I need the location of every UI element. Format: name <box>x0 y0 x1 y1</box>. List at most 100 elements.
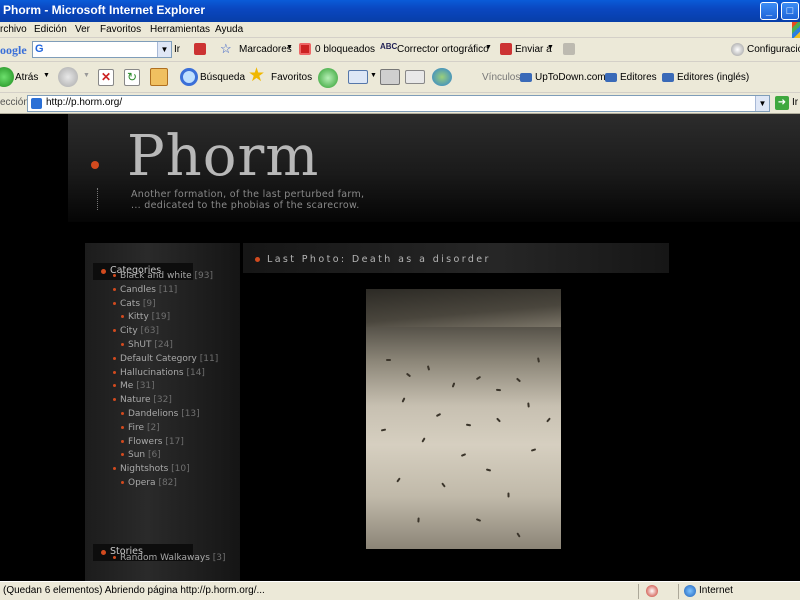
category-name[interactable]: Default Category <box>120 354 197 364</box>
category-item[interactable]: Kitty [19] <box>121 312 170 322</box>
post-title[interactable]: Last Photo: Death as a disorder <box>267 254 491 265</box>
category-name[interactable]: Cats <box>120 299 140 309</box>
insect <box>421 437 426 443</box>
chevron-down-icon[interactable]: ▼ <box>43 72 50 79</box>
category-item[interactable]: Nature [32] <box>113 395 172 405</box>
site-title[interactable]: Phorm <box>127 124 319 189</box>
chevron-down-icon[interactable]: ▼ <box>157 42 171 57</box>
history-icon[interactable] <box>318 68 338 88</box>
insect <box>386 359 391 361</box>
adblock-icon[interactable] <box>646 585 658 597</box>
category-item[interactable]: Fire [2] <box>121 423 160 433</box>
google-go-button[interactable]: Ir <box>174 44 180 55</box>
link-page-icon <box>605 73 617 82</box>
highlighter-icon[interactable] <box>563 43 575 55</box>
ie-page-icon <box>31 98 42 109</box>
minimize-button[interactable]: _ <box>760 2 778 20</box>
category-item[interactable]: Me [31] <box>113 381 155 391</box>
chevron-down-icon[interactable]: ▼ <box>83 72 90 79</box>
back-arrow-icon[interactable] <box>0 67 14 87</box>
category-name[interactable]: Flowers <box>128 437 162 447</box>
insect <box>530 448 537 452</box>
messenger-icon[interactable] <box>432 68 452 86</box>
link-page-icon <box>520 73 532 82</box>
menu-favorites[interactable]: Favoritos <box>100 24 141 35</box>
search-icon[interactable] <box>180 68 198 86</box>
category-item[interactable]: ShUT [24] <box>121 340 173 350</box>
category-item[interactable]: City [63] <box>113 326 159 336</box>
category-name[interactable]: Opera <box>128 478 156 488</box>
menu-tools[interactable]: Herramientas <box>150 24 210 35</box>
print-icon[interactable] <box>380 69 400 85</box>
post-photo[interactable] <box>366 289 561 549</box>
category-item[interactable]: Flowers [17] <box>121 437 184 447</box>
category-name[interactable]: ShUT <box>128 340 152 350</box>
favorites-star-icon[interactable]: ★ <box>248 66 268 87</box>
category-item[interactable]: Nightshots [10] <box>113 464 190 474</box>
mail-icon[interactable] <box>348 70 368 84</box>
stop-icon[interactable]: ✕ <box>98 69 114 86</box>
category-count: [24] <box>154 340 173 350</box>
chevron-down-icon[interactable]: ▼ <box>755 96 769 111</box>
category-name[interactable]: Nightshots <box>120 464 168 474</box>
google-options-icon[interactable] <box>194 43 206 55</box>
menu-file[interactable]: rchivo <box>0 24 27 35</box>
popups-blocked-button[interactable]: 0 bloqueados <box>315 44 375 55</box>
links-label: Vínculos <box>482 72 521 83</box>
insect <box>405 372 412 378</box>
address-label: ección <box>0 97 29 108</box>
category-name[interactable]: Random Walkaways <box>120 553 210 563</box>
menu-view[interactable]: Ver <box>75 24 90 35</box>
category-item[interactable]: Dandelions [13] <box>121 409 200 419</box>
chevron-down-icon[interactable]: ▼ <box>370 72 377 79</box>
category-name[interactable]: Kitty <box>128 312 149 322</box>
security-zone: Internet <box>699 585 733 596</box>
bookmarks-button[interactable]: Marcadores <box>239 44 292 55</box>
address-bar: ección http://p.horm.org/ ▼ ➜ Ir <box>0 93 800 114</box>
category-name[interactable]: Hallucinations <box>120 368 184 378</box>
link-editores[interactable]: Editores <box>620 72 657 83</box>
forward-arrow-icon[interactable] <box>58 67 78 87</box>
refresh-icon[interactable]: ↻ <box>124 69 140 86</box>
address-input[interactable]: http://p.horm.org/ ▼ <box>27 95 770 112</box>
window-title: Phorm - Microsoft Internet Explorer <box>3 3 206 17</box>
link-uptodown[interactable]: UpToDown.com <box>535 72 606 83</box>
link-editores-ingles[interactable]: Editores (inglés) <box>677 72 749 83</box>
go-arrow-icon[interactable]: ➜ <box>775 96 789 110</box>
category-item[interactable]: Cats [9] <box>113 299 156 309</box>
category-name[interactable]: Sun <box>128 450 145 460</box>
menu-edit[interactable]: Edición <box>34 24 67 35</box>
category-item[interactable]: Random Walkaways [3] <box>113 553 226 563</box>
google-search-input[interactable]: G ▼ <box>32 41 172 58</box>
category-item[interactable]: Candles [11] <box>113 285 177 295</box>
insect <box>496 417 501 423</box>
category-item[interactable]: Hallucinations [14] <box>113 368 205 378</box>
category-item[interactable]: Black and white [93] <box>113 271 213 281</box>
category-name[interactable]: Me <box>120 381 133 391</box>
category-item[interactable]: Opera [82] <box>121 478 177 488</box>
category-item[interactable]: Default Category [11] <box>113 354 218 364</box>
category-name[interactable]: Fire <box>128 423 144 433</box>
back-button[interactable]: Atrás <box>15 72 38 83</box>
category-name[interactable]: Candles <box>120 285 156 295</box>
category-name[interactable]: Nature <box>120 395 151 405</box>
menu-help[interactable]: Ayuda <box>215 24 243 35</box>
status-bar: (Quedan 6 elementos) Abriendo página htt… <box>0 581 800 600</box>
category-name[interactable]: Black and white <box>120 271 192 281</box>
web-page: Phorm Another formation, of the last per… <box>0 114 800 581</box>
search-button[interactable]: Búsqueda <box>200 72 245 83</box>
settings-button[interactable]: Configuración <box>747 44 800 55</box>
home-icon[interactable] <box>150 68 168 86</box>
category-item[interactable]: Sun [6] <box>121 450 161 460</box>
category-name[interactable]: City <box>120 326 138 336</box>
category-count: [17] <box>165 436 184 447</box>
go-button[interactable]: Ir <box>792 97 798 108</box>
maximize-button[interactable]: □ <box>781 2 799 20</box>
category-name[interactable]: Dandelions <box>128 409 178 419</box>
favorites-button[interactable]: Favoritos <box>271 72 312 83</box>
edit-icon[interactable] <box>405 70 425 84</box>
bullet-icon <box>121 412 124 415</box>
bullet-icon <box>113 356 116 360</box>
spellcheck-button[interactable]: Corrector ortográfico <box>397 44 489 55</box>
bullet-icon <box>121 425 124 429</box>
